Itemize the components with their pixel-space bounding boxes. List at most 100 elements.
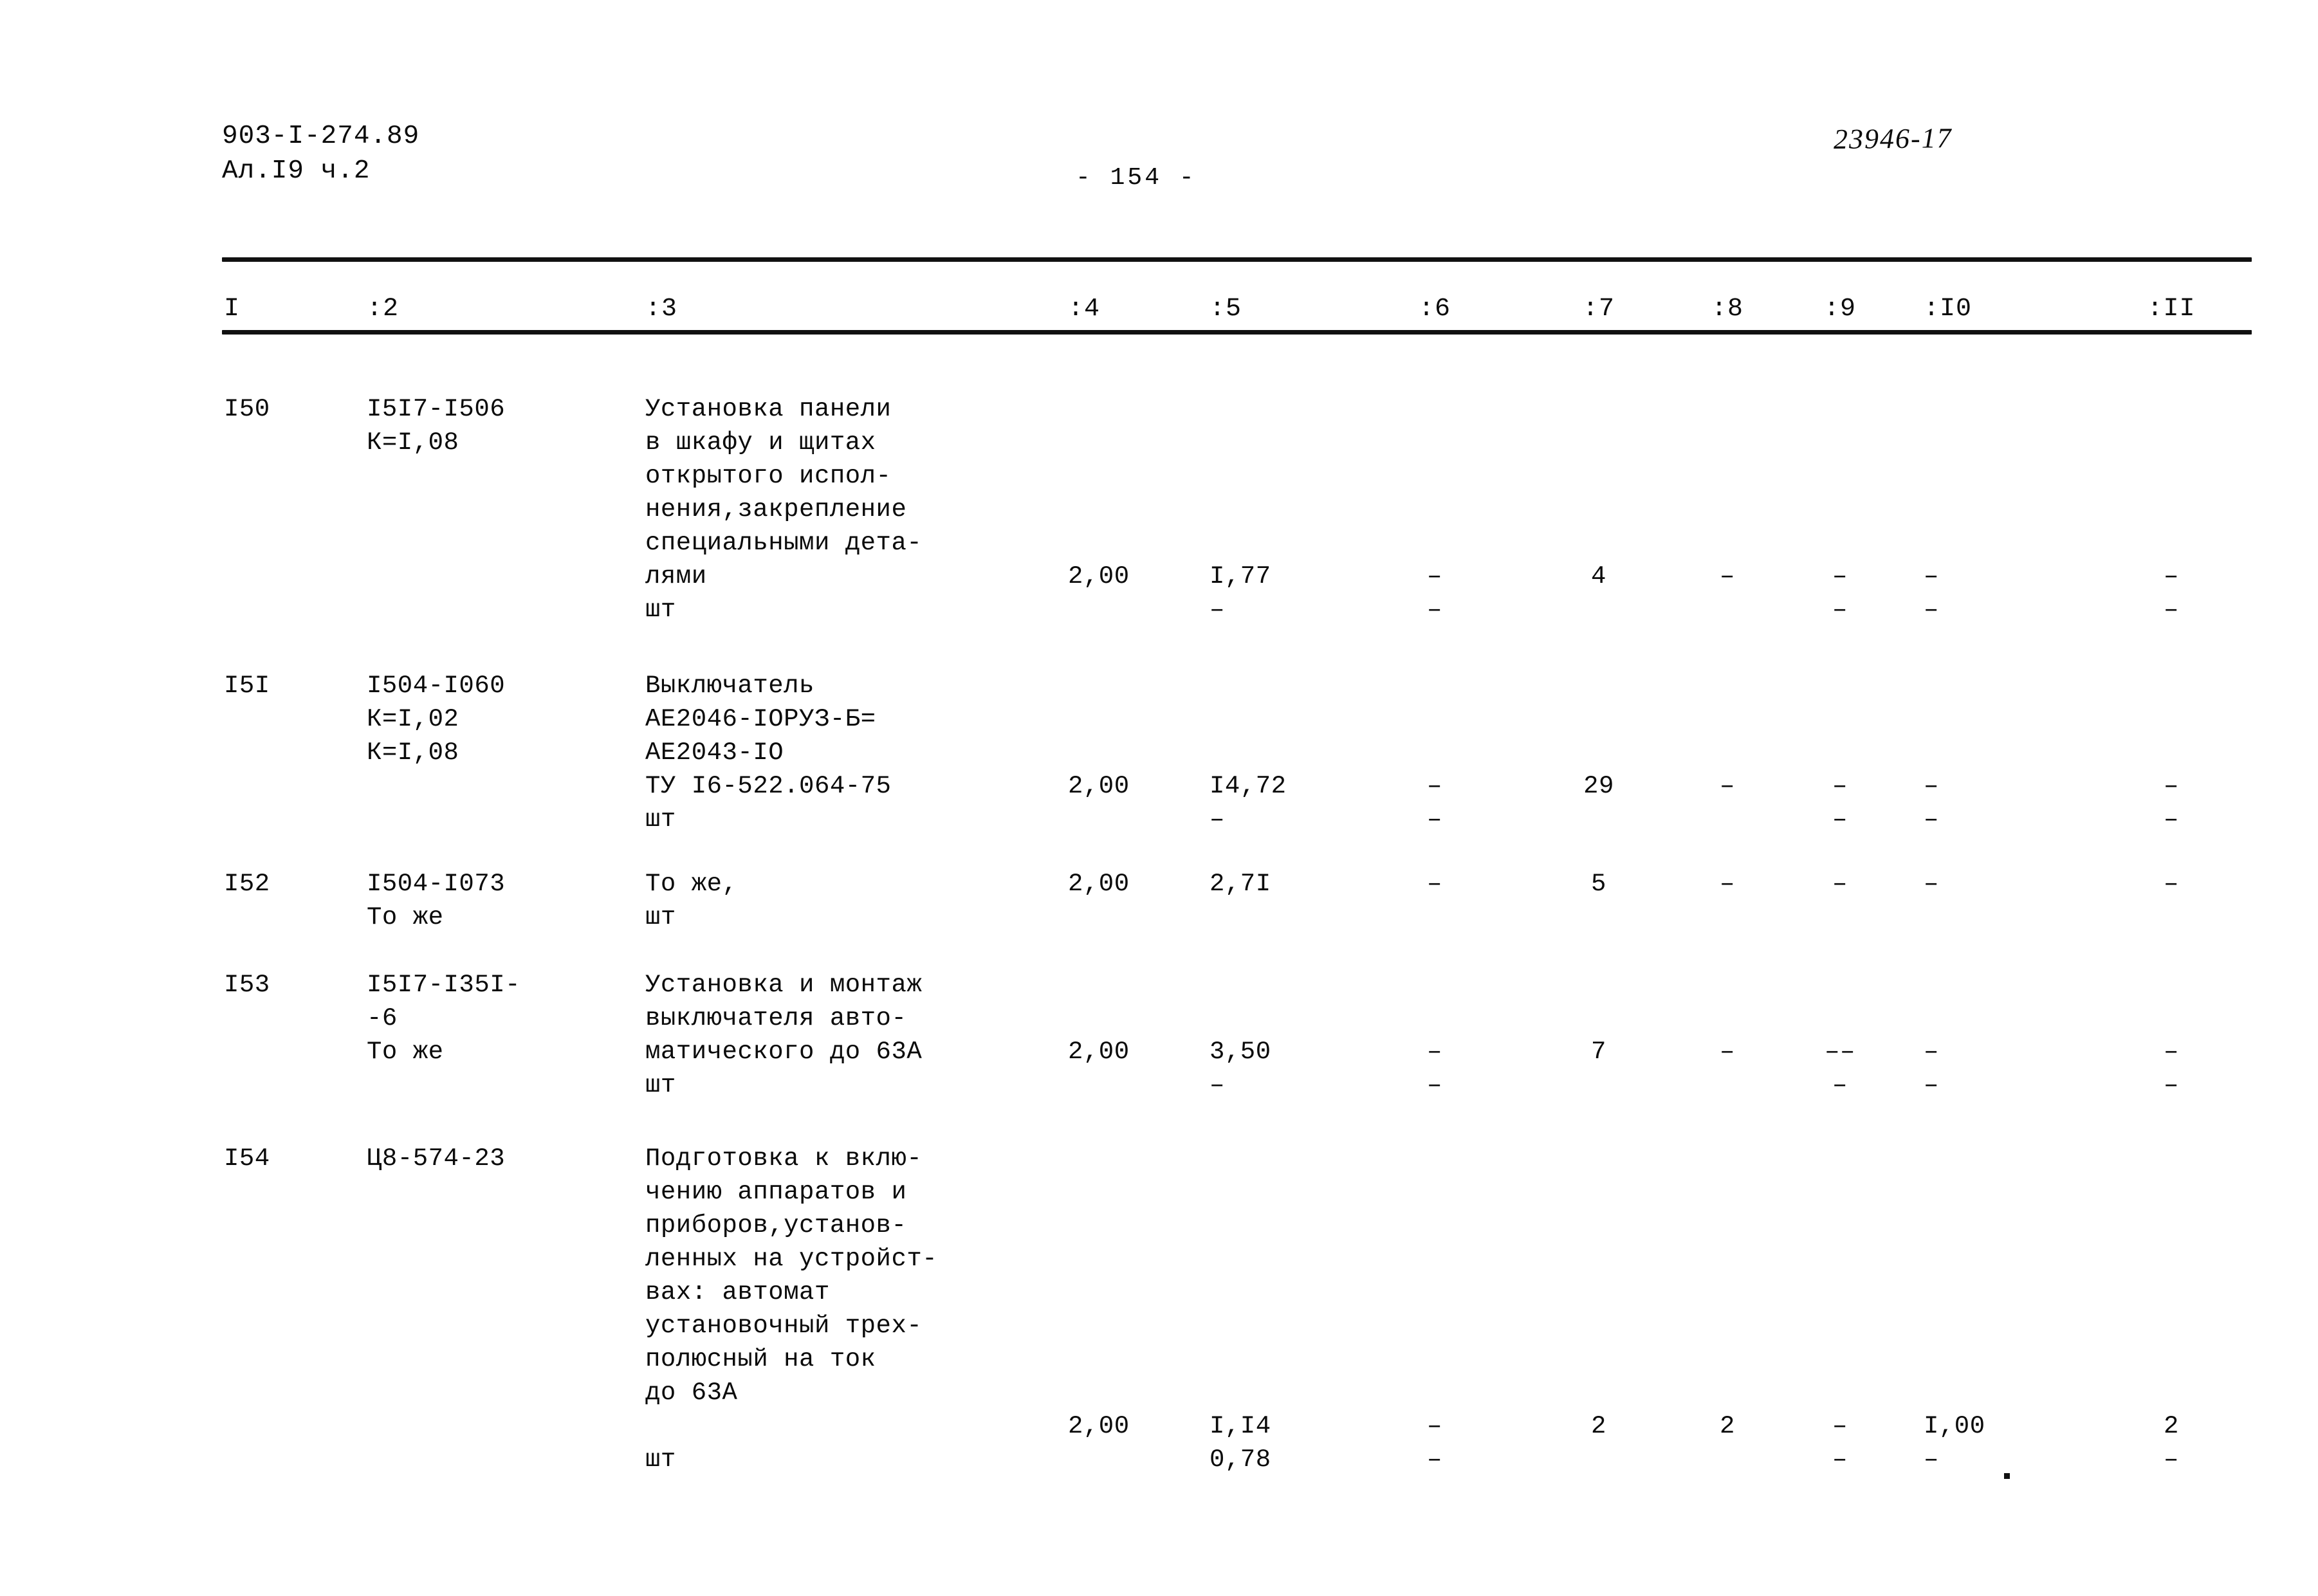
column-header-6: :6 bbox=[1418, 295, 1451, 324]
row-value-6: – bbox=[1427, 562, 1442, 591]
row-value-10b: – bbox=[1924, 1445, 1939, 1474]
row-value-5: 3,50 bbox=[1210, 1038, 1271, 1066]
row-code: I504-I060 К=I,02 К=I,08 bbox=[367, 672, 506, 767]
row-number: I54 bbox=[224, 1144, 270, 1173]
column-header-3: :3 bbox=[645, 295, 678, 324]
row-value-11: – bbox=[2164, 772, 2179, 800]
row-code: Ц8-574-23 bbox=[367, 1144, 506, 1173]
row-number: I50 bbox=[224, 395, 270, 423]
row-value-11b: – bbox=[2164, 596, 2179, 624]
row-value-6b: – bbox=[1427, 1445, 1442, 1474]
row-value-6: – bbox=[1427, 1412, 1442, 1440]
row-value-11b: – bbox=[2164, 805, 2179, 834]
row-value-6b: – bbox=[1427, 596, 1442, 624]
row-value-11: – bbox=[2164, 1038, 2179, 1066]
row-number: I5I bbox=[224, 672, 270, 700]
document-code-line1: 903-I-274.89 bbox=[222, 122, 420, 151]
row-value-7: 29 bbox=[1583, 772, 1614, 800]
row-value-10: – bbox=[1924, 772, 1939, 800]
row-value-10b: – bbox=[1924, 596, 1939, 624]
row-value-9: – bbox=[1832, 870, 1848, 898]
row-value-5b: – bbox=[1210, 1071, 1225, 1099]
row-value-4: 2,00 bbox=[1068, 562, 1130, 591]
document-code-line2: Ал.I9 ч.2 bbox=[222, 156, 371, 186]
horizontal-rule-top bbox=[222, 257, 2252, 262]
row-value-10: – bbox=[1924, 1038, 1939, 1066]
row-unit: шт bbox=[645, 903, 676, 931]
horizontal-rule-under-header bbox=[222, 330, 2252, 335]
document-code: 903-I-274.89 Ал.I9 ч.2 bbox=[222, 119, 419, 188]
row-value-9: – bbox=[1832, 772, 1848, 800]
row-value-11: – bbox=[2164, 870, 2179, 898]
row-value-9: – bbox=[1832, 1412, 1848, 1440]
row-value-11: 2 bbox=[2164, 1412, 2179, 1440]
row-value-11b: – bbox=[2164, 1445, 2179, 1474]
column-header-8: :8 bbox=[1711, 295, 1743, 324]
row-value-8: – bbox=[1720, 772, 1735, 800]
row-description: Установка и монтаж выключателя авто- мат… bbox=[645, 971, 923, 1066]
row-value-10: I,00 bbox=[1924, 1412, 1985, 1440]
document-page: 903-I-274.89 Ал.I9 ч.2 - 154 - 23946-17 … bbox=[0, 0, 2318, 1596]
row-value-4: 2,00 bbox=[1068, 1038, 1130, 1066]
row-value-7: 2 bbox=[1591, 1412, 1606, 1440]
row-value-6: – bbox=[1427, 870, 1442, 898]
row-value-5b: – bbox=[1210, 596, 1225, 624]
column-header-11: :II bbox=[2147, 295, 2196, 324]
row-description: То же, bbox=[645, 870, 738, 898]
row-value-9b: – bbox=[1832, 1445, 1848, 1474]
row-value-4: 2,00 bbox=[1068, 870, 1130, 898]
row-unit: шт bbox=[645, 1071, 676, 1099]
row-number: I53 bbox=[224, 971, 270, 999]
row-description: Подготовка к вклю- чению аппаратов и при… bbox=[645, 1144, 938, 1407]
row-value-6: – bbox=[1427, 1038, 1442, 1066]
row-value-7: 7 bbox=[1591, 1038, 1606, 1066]
row-description: Установка панели в шкафу и щитах открыто… bbox=[645, 395, 923, 591]
row-value-7: 5 bbox=[1591, 870, 1606, 898]
row-value-6b: – bbox=[1427, 1071, 1442, 1099]
row-unit: шт bbox=[645, 596, 676, 624]
row-value-6: – bbox=[1427, 772, 1442, 800]
row-value-9: –– bbox=[1825, 1038, 1855, 1066]
row-value-8: – bbox=[1720, 870, 1735, 898]
row-value-5b: 0,78 bbox=[1210, 1445, 1271, 1474]
column-header-10: :I0 bbox=[1924, 295, 1973, 324]
row-value-8: – bbox=[1720, 1038, 1735, 1066]
row-value-5: I,77 bbox=[1210, 562, 1271, 591]
row-code: I5I7-I506 К=I,08 bbox=[367, 395, 506, 457]
row-value-11: – bbox=[2164, 562, 2179, 591]
row-unit: шт bbox=[645, 805, 676, 834]
row-value-4: 2,00 bbox=[1068, 772, 1130, 800]
row-value-5: I4,72 bbox=[1210, 772, 1287, 800]
row-value-8: 2 bbox=[1720, 1412, 1735, 1440]
row-value-4: 2,00 bbox=[1068, 1412, 1130, 1440]
row-unit: шт bbox=[645, 1445, 676, 1474]
row-value-10: – bbox=[1924, 562, 1939, 591]
row-value-5: I,I4 bbox=[1210, 1412, 1271, 1440]
row-code: I504-I073 То же bbox=[367, 870, 506, 931]
row-value-9b: – bbox=[1832, 596, 1848, 624]
row-value-9: – bbox=[1832, 562, 1848, 591]
row-value-8: – bbox=[1720, 562, 1735, 591]
row-value-9b: – bbox=[1832, 1071, 1848, 1099]
column-header-4: :4 bbox=[1068, 295, 1101, 324]
row-value-6b: – bbox=[1427, 805, 1442, 834]
row-value-10b: – bbox=[1924, 805, 1939, 834]
row-number: I52 bbox=[224, 870, 270, 898]
row-value-10b: – bbox=[1924, 1071, 1939, 1099]
scan-artifact-dot bbox=[2004, 1473, 2010, 1479]
column-header-1: I bbox=[224, 295, 241, 324]
row-value-5: 2,7I bbox=[1210, 870, 1271, 898]
archive-stamp-number: 23946-17 bbox=[1833, 122, 1953, 155]
row-value-11b: – bbox=[2164, 1071, 2179, 1099]
row-code: I5I7-I35I- -6 То же bbox=[367, 971, 521, 1066]
row-value-10: – bbox=[1924, 870, 1939, 898]
row-value-5b: – bbox=[1210, 805, 1225, 834]
column-header-7: :7 bbox=[1582, 295, 1615, 324]
row-value-9b: – bbox=[1832, 805, 1848, 834]
row-value-7: 4 bbox=[1591, 562, 1606, 591]
column-header-5: :5 bbox=[1210, 295, 1242, 324]
row-description: Выключатель АЕ2046-IОРУЗ-Б= АЕ2043-IО ТУ… bbox=[645, 672, 892, 800]
column-header-2: :2 bbox=[367, 295, 400, 324]
column-header-9: :9 bbox=[1823, 295, 1856, 324]
page-number: - 154 - bbox=[1076, 164, 1197, 192]
